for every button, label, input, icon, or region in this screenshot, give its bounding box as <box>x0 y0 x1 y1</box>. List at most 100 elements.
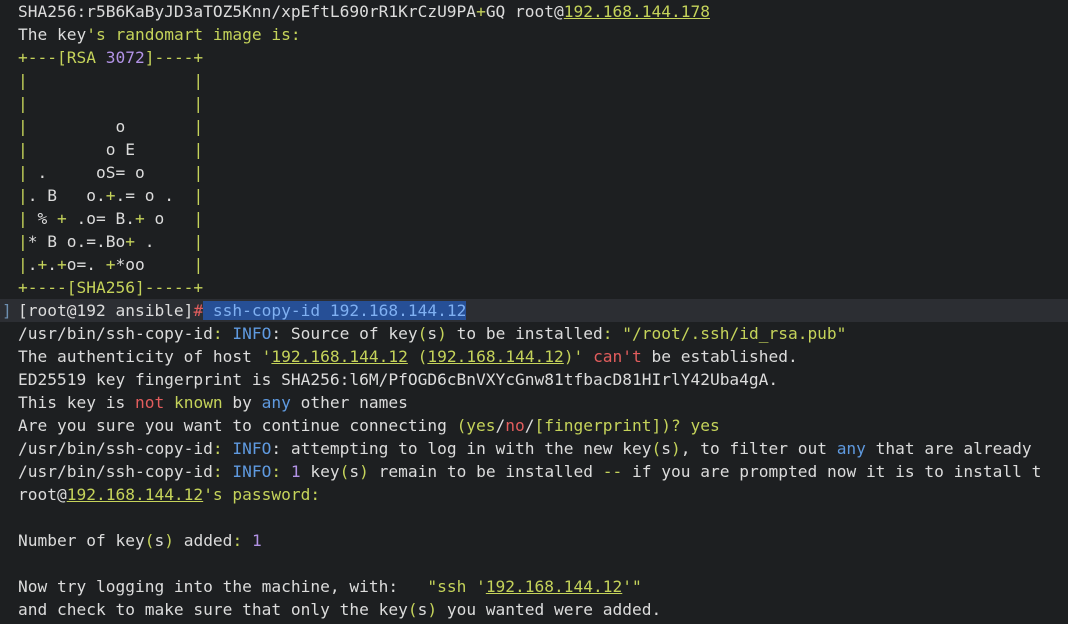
terminal-text-segment: to be installed <box>446 324 603 343</box>
terminal-line: | . oS= o | <box>0 161 1068 184</box>
terminal-text-segment: : <box>271 462 291 481</box>
terminal-text-segment: ) <box>437 324 447 343</box>
terminal-text-segment: | <box>18 140 28 159</box>
terminal-text-segment: SHA256:r5B6KaByJD3aTOZ5Knn/xpEftL690rR1K… <box>18 2 477 21</box>
terminal-text-segment: added <box>173 531 233 550</box>
terminal-text-segment: * B o.=.Bo <box>27 232 126 251</box>
terminal-text-segment: 192.168.144.12 <box>66 485 204 504</box>
terminal-text-segment: can't <box>593 347 642 366</box>
terminal-text-segment: ' <box>261 347 272 366</box>
terminal-text-segment: image is: <box>203 25 301 44</box>
terminal-text-segment: 192.168.144.12 <box>271 347 408 366</box>
terminal-text-segment: | <box>193 163 204 182</box>
terminal-text-segment: o <box>144 209 194 228</box>
terminal-text-segment: other names <box>290 393 408 412</box>
terminal-text-segment: ) <box>427 600 438 619</box>
terminal-text-segment: | <box>193 186 204 205</box>
terminal-line: /usr/bin/ssh-copy-id: INFO: Source of ke… <box>0 322 1068 345</box>
terminal-text-segment: ) <box>359 462 369 481</box>
terminal-text-segment: 192.168.144.178 <box>563 2 710 21</box>
terminal-text-segment: you wanted were added. <box>437 600 662 619</box>
terminal-text-segment: ( <box>651 439 662 458</box>
terminal-text-segment: | <box>18 255 28 274</box>
terminal-text-segment: o E <box>27 140 194 159</box>
terminal-text-segment: ( <box>339 462 350 481</box>
terminal-text-segment: + <box>37 255 48 274</box>
terminal-text-segment: 's password: <box>203 485 321 504</box>
terminal-command-line: ] [root@192 ansible]# ssh-copy-id 192.168… <box>0 299 1068 322</box>
terminal-text-segment: -- <box>602 462 623 481</box>
terminal-text-segment: ( <box>417 324 428 343</box>
terminal-text-segment: by <box>222 393 262 412</box>
terminal-text-segment: if you are prompted now it is to install… <box>622 462 1042 481</box>
terminal-text-segment: any <box>261 393 291 412</box>
terminal-text-segment: | <box>193 255 204 274</box>
terminal-text-segment: and check to make sure that only the key <box>18 600 408 619</box>
terminal-text-segment: : attempting to log in with the new key <box>271 439 652 458</box>
terminal-line: Now try logging into the machine, with: … <box>0 575 1068 598</box>
terminal-text-segment: o=. <box>66 255 106 274</box>
terminal-text-segment: ]----+ <box>144 48 204 67</box>
terminal-text-segment: % <box>27 209 57 228</box>
terminal-text-segment: Now try logging into the machine, with: <box>18 577 428 596</box>
terminal-text-segment: / <box>495 416 506 435</box>
terminal-line: /usr/bin/ssh-copy-id: INFO: attempting t… <box>0 437 1068 460</box>
terminal-text-segment: *oo <box>115 255 194 274</box>
terminal-line: | o E | <box>0 138 1068 161</box>
terminal-text-segment: The key <box>18 25 87 44</box>
terminal-line: Number of key(s) added: 1 <box>0 529 1068 552</box>
terminal-text-segment: s <box>349 462 360 481</box>
terminal-text-segment: that are already <box>865 439 1032 458</box>
terminal-text-segment: + <box>57 209 67 228</box>
terminal-text-segment: | | <box>18 71 204 90</box>
terminal-text-segment: The authenticity of host <box>18 347 262 366</box>
terminal-line: +----[SHA256]-----+ <box>0 276 1068 299</box>
terminal-line: |* B o.=.Bo+ . | <box>0 230 1068 253</box>
terminal-text-segment: known <box>173 393 223 412</box>
terminal-text-segment: 's randomart <box>86 25 204 44</box>
terminal-text-segment: /usr/bin/ssh-copy-id <box>18 462 213 481</box>
terminal-text-segment: / <box>524 416 535 435</box>
terminal-text-segment: s <box>427 324 438 343</box>
terminal-text-segment: : <box>212 462 233 481</box>
terminal-line: | | <box>0 69 1068 92</box>
terminal-text-segment: | <box>18 117 28 136</box>
terminal-line: +---[RSA 3072]----+ <box>0 46 1068 69</box>
terminal-text-segment: /usr/bin/ssh-copy-id <box>18 439 213 458</box>
terminal-text-segment: o <box>27 117 194 136</box>
terminal-text-segment: + <box>105 186 116 205</box>
terminal-text-segment: | <box>193 117 204 136</box>
terminal-text-segment: key <box>300 462 340 481</box>
terminal-text-segment: INFO <box>232 324 272 343</box>
terminal-text-segment: 1 <box>290 462 301 481</box>
prompt-gutter-marker: ] <box>2 301 12 320</box>
terminal-line: ED25519 key fingerprint is SHA256:l6M/Pf… <box>0 368 1068 391</box>
terminal-line: | o | <box>0 115 1068 138</box>
terminal-line: | % + .o= B.+ o | <box>0 207 1068 230</box>
terminal-text-segment: + <box>57 255 67 274</box>
terminal-window[interactable]: SHA256:r5B6KaByJD3aTOZ5Knn/xpEftL690rR1K… <box>0 0 1068 624</box>
terminal-line: |. B o.+.= o . | <box>0 184 1068 207</box>
terminal-text-segment: INFO <box>232 462 272 481</box>
terminal-text-segment: ED25519 key fingerprint is SHA256:l6M/Pf… <box>18 370 779 389</box>
terminal-text-segment: "ssh ' <box>427 577 486 596</box>
terminal-text-segment: | <box>18 163 28 182</box>
terminal-line: | | <box>0 92 1068 115</box>
terminal-text-segment: + <box>476 2 486 21</box>
terminal-text-segment: not <box>134 393 165 412</box>
terminal-text-segment: /usr/bin/ssh-copy-id <box>18 324 213 343</box>
terminal-text-segment: : <box>212 324 233 343</box>
terminal-text-segment: + <box>134 209 145 228</box>
terminal-text-segment: INFO <box>232 439 272 458</box>
terminal-line: SHA256:r5B6KaByJD3aTOZ5Knn/xpEftL690rR1K… <box>0 0 1068 23</box>
terminal-text-segment: [fingerprint])? yes <box>534 416 720 435</box>
terminal-text-segment: remain to be installed <box>368 462 603 481</box>
terminal-text-segment: +----[SHA256]-----+ <box>18 278 204 297</box>
selected-command-text: ssh-copy-id 192.168.144.12 <box>203 301 467 320</box>
terminal-line: root@192.168.144.12's password: <box>0 483 1068 506</box>
terminal-text-segment: 192.168.144.12 <box>485 577 623 596</box>
terminal-text-segment: ( <box>407 347 428 366</box>
terminal-text-segment: root@ <box>18 485 67 504</box>
terminal-text-segment: | <box>18 209 28 228</box>
